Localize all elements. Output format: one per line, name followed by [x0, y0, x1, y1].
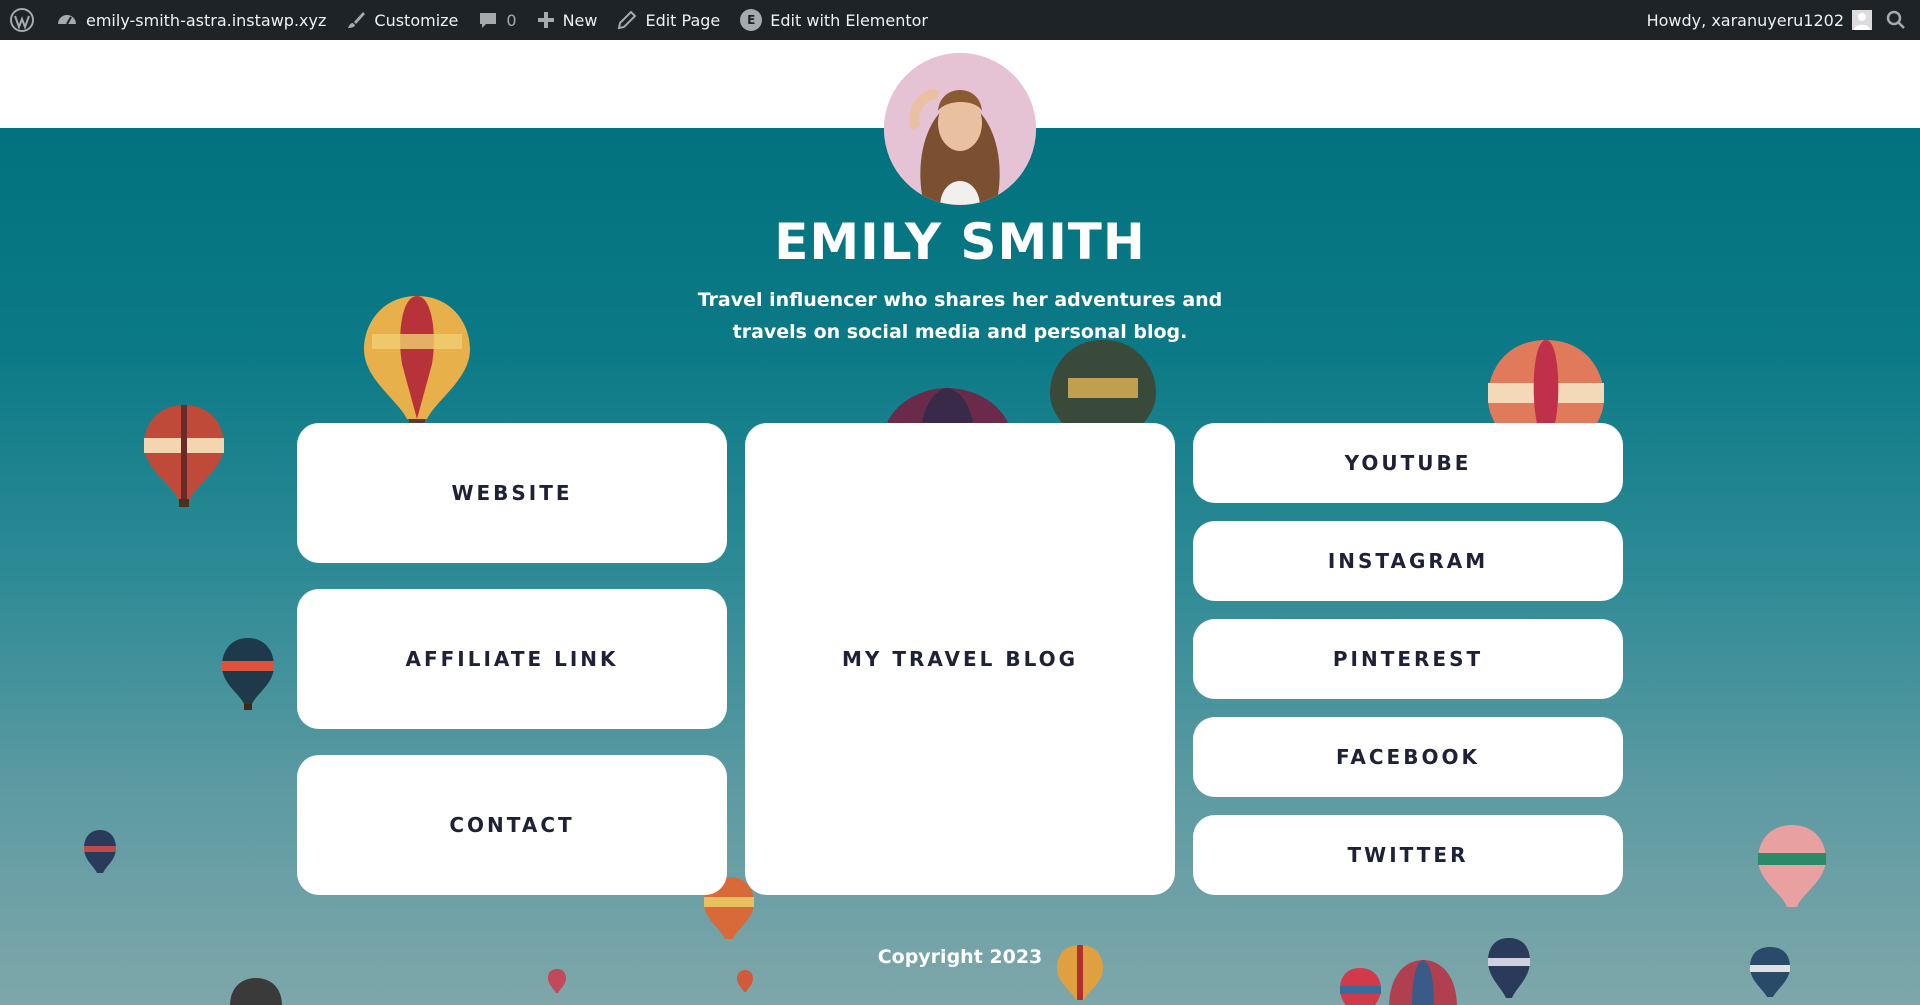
travel-blog-button[interactable]: MY TRAVEL BLOG — [745, 423, 1175, 895]
facebook-button[interactable]: FACEBOOK — [1193, 717, 1623, 797]
copyright-text: Copyright 2023 — [877, 946, 1043, 968]
edit-elementor-link[interactable]: E Edit with Elementor — [730, 0, 938, 40]
hot-air-balloon-icon — [230, 978, 282, 1005]
dashboard-icon — [58, 15, 76, 25]
pinterest-label: PINTEREST — [1332, 647, 1484, 671]
comments-link[interactable]: 0 — [468, 0, 526, 40]
twitter-label: TWITTER — [1347, 843, 1469, 867]
hot-air-balloon-icon — [222, 638, 274, 710]
pencil-icon — [618, 10, 637, 30]
search-icon — [1886, 10, 1905, 29]
site-name-link[interactable]: emily-smith-astra.instawp.xyz — [46, 0, 336, 40]
contact-label: CONTACT — [449, 813, 575, 837]
plus-icon — [537, 12, 554, 28]
wordpress-logo-button[interactable] — [0, 0, 46, 40]
tagline: Travel influencer who shares her adventu… — [697, 289, 1223, 343]
edit-elementor-label: Edit with Elementor — [770, 10, 928, 30]
comments-count: 0 — [506, 10, 517, 30]
hot-air-balloon-icon — [737, 970, 753, 992]
page-title: EMILY SMITH — [774, 213, 1146, 271]
affiliate-link-label: AFFILIATE LINK — [405, 647, 619, 671]
hot-air-balloon-icon — [364, 296, 470, 429]
hot-air-balloon-icon — [1340, 968, 1381, 1005]
site-name-label: emily-smith-astra.instawp.xyz — [86, 10, 327, 30]
instagram-button[interactable]: INSTAGRAM — [1193, 521, 1623, 601]
new-content-link[interactable]: New — [527, 0, 608, 40]
hot-air-balloon-icon — [84, 830, 116, 873]
website-button[interactable]: WEBSITE — [297, 423, 727, 563]
affiliate-link-button[interactable]: AFFILIATE LINK — [297, 589, 727, 729]
travel-blog-label: MY TRAVEL BLOG — [841, 647, 1079, 671]
contact-button[interactable]: CONTACT — [297, 755, 727, 895]
profile-photo-icon — [884, 53, 1036, 205]
my-account-link[interactable]: Howdy, xaranuyeru1202 — [1637, 0, 1878, 40]
user-avatar-icon — [1852, 10, 1872, 30]
hot-air-balloon-icon — [144, 405, 224, 507]
paintbrush-icon — [348, 12, 366, 28]
twitter-button[interactable]: TWITTER — [1193, 815, 1623, 895]
customize-label: Customize — [374, 10, 459, 30]
edit-page-link[interactable]: Edit Page — [607, 0, 730, 40]
website-label: WEBSITE — [451, 481, 573, 505]
hot-air-balloon-icon — [1758, 825, 1826, 907]
hot-air-balloon-icon — [548, 969, 566, 993]
admin-search-button[interactable] — [1878, 0, 1920, 40]
profile-avatar — [884, 53, 1036, 205]
elementor-icon: E — [740, 9, 763, 31]
new-label: New — [562, 10, 598, 30]
wordpress-icon — [10, 8, 34, 32]
instagram-label: INSTAGRAM — [1327, 549, 1489, 573]
comment-icon — [480, 13, 497, 28]
youtube-button[interactable]: YOUTUBE — [1193, 423, 1623, 503]
wp-admin-bar: emily-smith-astra.instawp.xyz Customize … — [0, 0, 1920, 40]
howdy-label: Howdy, xaranuyeru1202 — [1646, 10, 1844, 30]
pinterest-button[interactable]: PINTEREST — [1193, 619, 1623, 699]
customize-link[interactable]: Customize — [336, 0, 468, 40]
youtube-label: YOUTUBE — [1344, 451, 1472, 475]
edit-page-label: Edit Page — [645, 10, 721, 30]
facebook-label: FACEBOOK — [1336, 745, 1480, 769]
